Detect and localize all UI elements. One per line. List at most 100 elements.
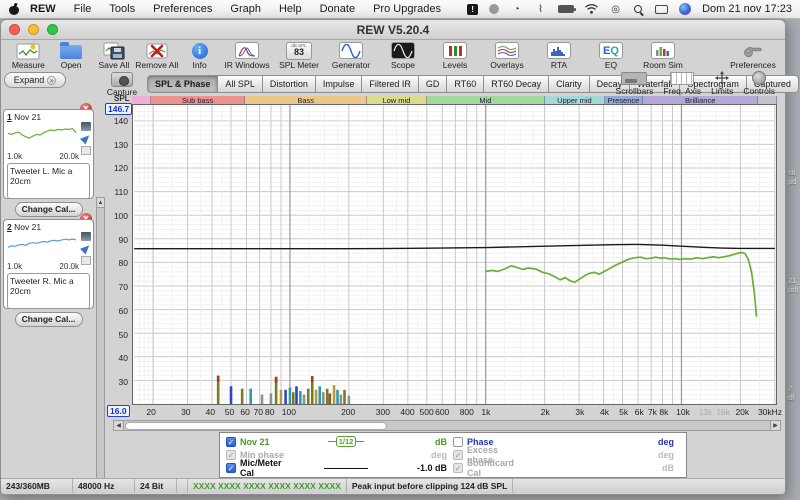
- save-trace-icon[interactable]: [81, 122, 91, 131]
- ir-windows-icon: [235, 41, 259, 60]
- notes-icon[interactable]: [81, 256, 91, 265]
- menu-item-donate[interactable]: Donate: [311, 3, 364, 15]
- level-bar: [241, 389, 244, 404]
- x-tick-13k: 13k: [699, 407, 713, 417]
- battery-icon[interactable]: [558, 5, 574, 13]
- graph-h-scrollbar[interactable]: ◀ ▶: [113, 420, 781, 431]
- tab-filtered-ir[interactable]: Filtered IR: [362, 75, 419, 93]
- memory-usage: 243/360MB: [1, 479, 73, 493]
- checkbox-mic-meter-cal[interactable]: ✓: [226, 463, 236, 473]
- spl-meter-icon: dB SPL83: [286, 41, 312, 60]
- tab-spl-phase[interactable]: SPL & Phase: [147, 75, 218, 93]
- scrollbar-thumb[interactable]: [125, 422, 387, 430]
- scroll-right-arrow-icon[interactable]: ▶: [770, 421, 780, 430]
- measurement-2-thumbnail[interactable]: [7, 232, 77, 257]
- measure-icon: [16, 41, 40, 60]
- notification-icon[interactable]: !: [467, 4, 478, 15]
- main-toolbar: Measure Open Save All Remove All i Info: [1, 40, 785, 71]
- menu-item-rew[interactable]: REW: [21, 3, 65, 15]
- save-trace-icon[interactable]: [81, 232, 91, 241]
- ir-windows-button[interactable]: IR Windows: [221, 41, 273, 70]
- checkbox-soundcard-cal[interactable]: ✓: [453, 463, 463, 473]
- tab-rt60[interactable]: RT60: [447, 75, 484, 93]
- room-sim-button[interactable]: Room Sim: [637, 41, 689, 70]
- spotlight-icon[interactable]: [633, 4, 644, 15]
- menu-item-file[interactable]: File: [65, 3, 101, 15]
- menu-item-graph[interactable]: Graph: [221, 3, 270, 15]
- rta-button[interactable]: RTA: [533, 41, 585, 70]
- scrollbars-button[interactable]: Scrollbars: [616, 70, 654, 96]
- tab-all-spl[interactable]: All SPL: [218, 75, 263, 93]
- scroll-up-arrow-icon[interactable]: ▲: [97, 198, 104, 208]
- spl-graph[interactable]: [132, 104, 777, 405]
- overlays-button[interactable]: Overlays: [481, 41, 533, 70]
- x-tick-8k: 8k: [659, 407, 668, 417]
- desktop-file-label[interactable]: sti pd: [788, 168, 796, 186]
- menu-item-tools[interactable]: Tools: [100, 3, 144, 15]
- y-tick-140: 140: [106, 116, 128, 126]
- menu-item-preferences[interactable]: Preferences: [144, 3, 221, 15]
- notes-icon[interactable]: [81, 146, 91, 155]
- freq-axis-button[interactable]: Freq. Axis: [663, 70, 701, 96]
- remove-all-button[interactable]: Remove All: [135, 41, 178, 70]
- generator-button[interactable]: Generator: [325, 41, 377, 70]
- controls-button[interactable]: Controls: [743, 70, 775, 96]
- spl-meter-button[interactable]: dB SPL83 SPL Meter: [273, 41, 325, 70]
- menu-items: REWFileToolsPreferencesGraphHelpDonatePr…: [21, 3, 450, 15]
- measurement-1-note[interactable]: Tweeter L. Mic a 20cm: [7, 163, 90, 199]
- levels-icon: [443, 41, 467, 60]
- x-tick-300: 300: [376, 407, 390, 417]
- eq-button[interactable]: EQ EQ: [585, 41, 637, 70]
- open-button[interactable]: Open: [50, 41, 93, 70]
- edit-icon[interactable]: [80, 242, 92, 254]
- freq-axis-icon: [670, 70, 694, 86]
- desktop-file-label[interactable]: 7 df: [788, 384, 794, 402]
- window-titlebar[interactable]: REW V5.20.4: [1, 20, 785, 40]
- mic-muted-icon[interactable]: ⌇: [534, 3, 547, 16]
- menu-item-pro-upgrades[interactable]: Pro Upgrades: [364, 3, 450, 15]
- tab-rt60-decay[interactable]: RT60 Decay: [484, 75, 549, 93]
- x-tick-800: 800: [460, 407, 474, 417]
- siri-icon[interactable]: [679, 3, 691, 15]
- expand-button[interactable]: Expand»: [4, 72, 66, 88]
- measurement-1-thumbnail[interactable]: [7, 122, 77, 147]
- apple-menu-icon[interactable]: [8, 3, 21, 16]
- menu-status-area: ! ◔ ⌇ ◎ Dom 21 nov 17:23: [467, 3, 792, 16]
- x-axis-min-box[interactable]: 16.0: [107, 405, 130, 417]
- sidebar-scrollbar[interactable]: ▲: [96, 197, 105, 492]
- wifi-icon[interactable]: [585, 3, 598, 16]
- level-bar: [315, 390, 318, 404]
- menu-clock[interactable]: Dom 21 nov 17:23: [702, 3, 792, 15]
- save-all-button[interactable]: Save All: [93, 41, 136, 70]
- tab-clarity[interactable]: Clarity: [549, 75, 590, 93]
- y-tick-100: 100: [106, 211, 128, 221]
- level-bar: [329, 393, 332, 404]
- user-switch-icon[interactable]: ◎: [609, 3, 622, 16]
- scroll-left-arrow-icon[interactable]: ◀: [114, 421, 124, 430]
- edit-icon[interactable]: [80, 132, 92, 144]
- measurement-2-note[interactable]: Tweeter R. Mic a 20cm: [7, 273, 90, 309]
- scrollbars-icon: [621, 70, 647, 86]
- legend-unit: dB: [628, 463, 680, 473]
- measure-button[interactable]: Measure: [7, 41, 50, 70]
- clock-status-icon[interactable]: ◔: [510, 3, 523, 16]
- checkbox-nov-21[interactable]: ✓: [226, 437, 236, 447]
- tab-gd[interactable]: GD: [419, 75, 448, 93]
- limits-button[interactable]: Limits: [711, 70, 733, 96]
- tab-distortion[interactable]: Distortion: [263, 75, 316, 93]
- info-button[interactable]: i Info: [178, 41, 221, 70]
- menu-item-help[interactable]: Help: [270, 3, 311, 15]
- overlays-icon: [495, 41, 519, 60]
- measurement-card-2[interactable]: ✕ 2 Nov 21 1.0k20.0k Tweeter R. Mic a 20…: [3, 211, 94, 327]
- levels-button[interactable]: Levels: [429, 41, 481, 70]
- level-bar: [303, 395, 306, 404]
- display-icon[interactable]: [655, 5, 668, 14]
- y-axis-max-box[interactable]: 146.7: [105, 103, 132, 115]
- change-cal-2-button[interactable]: Change Cal...: [15, 312, 83, 327]
- scope-button[interactable]: Scope: [377, 41, 429, 70]
- preferences-button[interactable]: Preferences: [727, 41, 779, 70]
- tab-impulse[interactable]: Impulse: [316, 75, 363, 93]
- desktop-file-label[interactable]: 21_ pdf: [788, 276, 800, 294]
- measurement-card-1[interactable]: ✕ 1 Nov 21 1.0k20.0k Tweeter L. Mic a 20…: [3, 101, 94, 217]
- camera-status-icon[interactable]: [489, 4, 499, 14]
